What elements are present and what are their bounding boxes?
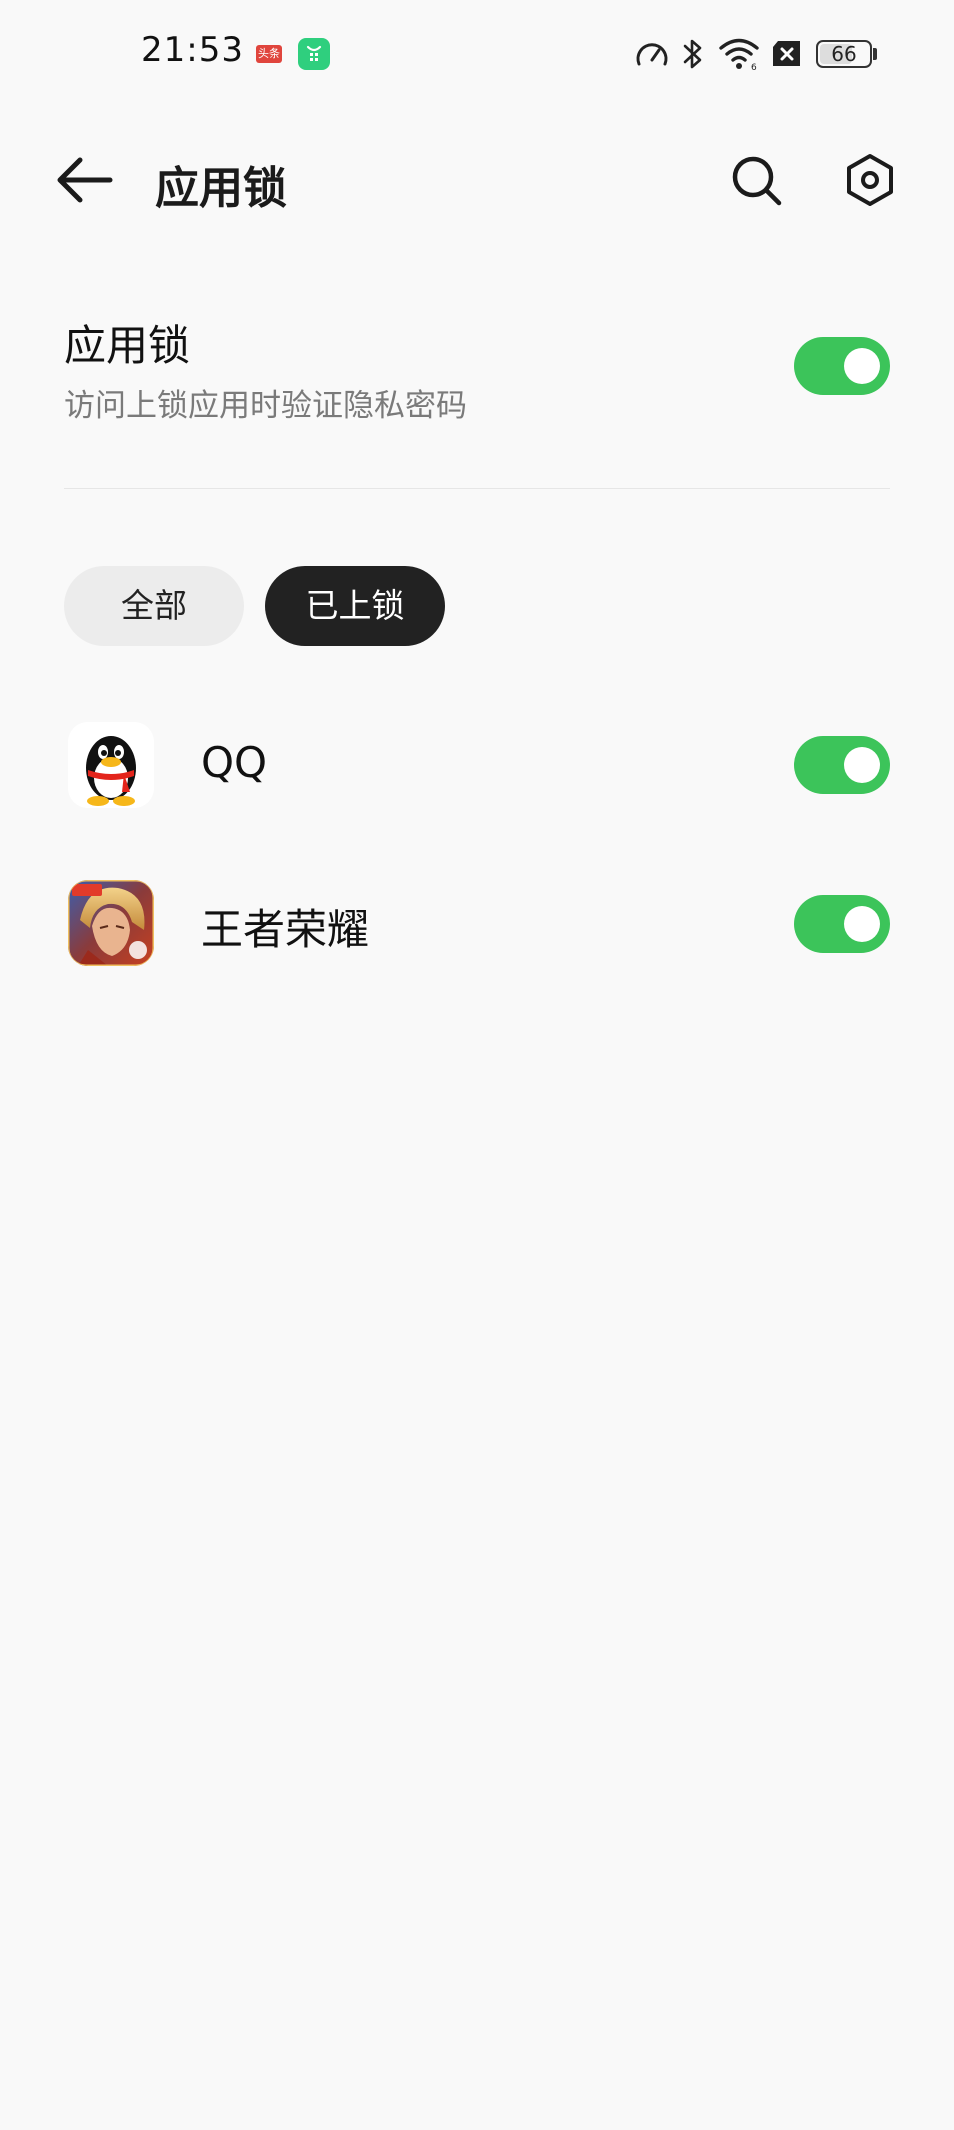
app-lock-subtitle: 访问上锁应用时验证隐私密码 (64, 388, 467, 424)
svg-text:6: 6 (751, 63, 757, 72)
battery-tip (873, 48, 877, 60)
qq-penguin-icon (68, 722, 154, 808)
status-bar: 21:53 头条 6 66 (0, 0, 954, 110)
battery-level: 66 (831, 42, 857, 66)
switch-knob (844, 747, 880, 783)
switch-knob (844, 906, 880, 942)
no-sim-icon (773, 41, 800, 66)
toutiao-notification-icon: 头条 (256, 45, 282, 63)
filter-chip-all[interactable]: 全部 (64, 566, 244, 646)
list-item-honor-of-kings[interactable]: 王者荣耀 (0, 860, 954, 990)
app-name: 王者荣耀 (201, 905, 370, 954)
search-icon (732, 156, 782, 206)
lock-switch-honor-of-kings[interactable] (794, 895, 890, 953)
list-item-qq[interactable]: QQ (0, 702, 954, 832)
back-button[interactable] (50, 150, 120, 210)
divider (64, 488, 890, 489)
wifi-icon: 6 (719, 38, 759, 72)
app-lock-master-row[interactable]: 应用锁 访问上锁应用时验证隐私密码 (0, 300, 954, 440)
settings-button[interactable] (840, 150, 900, 210)
arrow-left-icon (57, 157, 113, 203)
page-title: 应用锁 (155, 163, 287, 214)
bluetooth-icon (683, 39, 702, 69)
app-lock-master-switch[interactable] (794, 337, 890, 395)
app-lock-title: 应用锁 (64, 321, 191, 370)
status-time: 21:53 (141, 30, 244, 70)
battery-icon: 66 (816, 40, 872, 68)
search-button[interactable] (728, 152, 786, 210)
network-speed-icon (636, 43, 668, 66)
settings-hexagon-icon (847, 154, 893, 206)
app-notification-icon (298, 38, 330, 70)
lock-switch-qq[interactable] (794, 736, 890, 794)
switch-knob (844, 348, 880, 384)
app-name: QQ (201, 738, 268, 787)
app-bar: 应用锁 (0, 110, 954, 250)
honor-of-kings-icon (68, 880, 154, 966)
filter-chip-locked[interactable]: 已上锁 (265, 566, 445, 646)
